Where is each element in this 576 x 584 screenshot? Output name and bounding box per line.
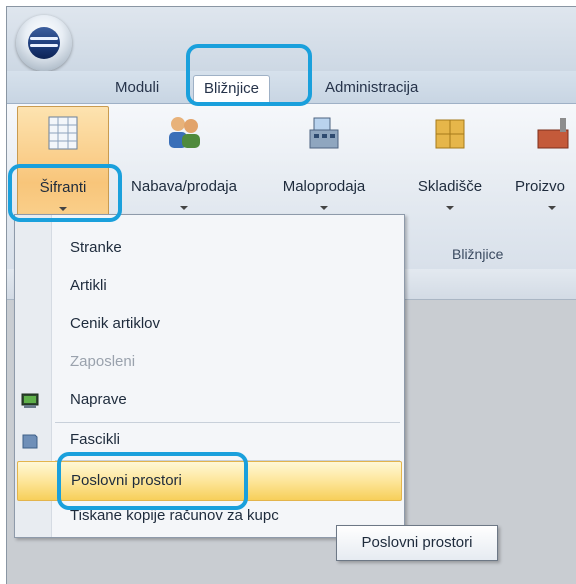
chevron-down-icon: [180, 206, 188, 210]
menu-item-zaposleni: Zaposleni: [15, 343, 404, 381]
chevron-down-icon: [59, 207, 67, 211]
menu-item-fascikli[interactable]: Fascikli: [15, 421, 404, 459]
app-globe-icon: [28, 27, 60, 59]
menu-item-naprave[interactable]: Naprave: [15, 381, 404, 419]
skladisce-label: Skladišče: [417, 178, 483, 195]
chevron-down-icon: [320, 206, 328, 210]
menu-item-label: Stranke: [70, 239, 122, 256]
proizvodnja-label: Proizvo: [515, 178, 566, 195]
menu-item-label: Naprave: [70, 391, 127, 408]
title-bar: [7, 7, 576, 71]
menu-item-label: Artikli: [70, 277, 107, 294]
group-label-bliznjice: Bližnjice: [452, 246, 504, 262]
chevron-down-icon: [446, 206, 454, 210]
factory-icon: [537, 118, 569, 149]
proizvodnja-button[interactable]: Proizvo: [507, 106, 576, 244]
skladisce-button[interactable]: Skladišče: [401, 106, 499, 244]
menu-item-artikli[interactable]: Artikli: [15, 267, 404, 305]
menu-item-label: Fascikli: [70, 431, 121, 448]
maloprodaja-label: Maloprodaja: [282, 178, 366, 195]
menu-item-stranke[interactable]: Stranke: [15, 229, 404, 267]
menu-item-label: Cenik artiklov: [70, 315, 161, 332]
cash-register-icon: [309, 117, 339, 149]
sifranti-dropdown-menu: Stranke Artikli Cenik artiklov Zaposleni…: [14, 214, 405, 538]
menu-item-label: Zaposleni: [70, 353, 136, 370]
tab-bliznjice[interactable]: Bližnjice: [193, 75, 271, 103]
sifranti-label: Šifranti: [39, 179, 87, 196]
grid-table-icon: [48, 116, 78, 150]
menu-item-poslovni-prostori[interactable]: Poslovni prostori: [17, 461, 402, 501]
application-menu-button[interactable]: [16, 15, 72, 71]
tab-administracija[interactable]: Administracija: [315, 75, 428, 101]
boxes-icon: [435, 119, 465, 149]
ribbon-tabs: Moduli Bližnjice Administracija: [7, 71, 576, 103]
folder-icon: [22, 434, 38, 449]
nabava-prodaja-label: Nabava/prodaja: [131, 178, 237, 195]
device-icon: [21, 393, 39, 408]
menu-item-label: Poslovni prostori: [71, 472, 182, 489]
menu-item-cenik-artiklov[interactable]: Cenik artiklov: [15, 305, 404, 343]
menu-item-label: Tiskane kopije računov za kupc: [70, 507, 279, 524]
people-icon: [169, 117, 200, 148]
chevron-down-icon: [548, 206, 556, 210]
tooltip: Poslovni prostori: [336, 525, 498, 561]
tab-moduli[interactable]: Moduli: [105, 75, 169, 101]
